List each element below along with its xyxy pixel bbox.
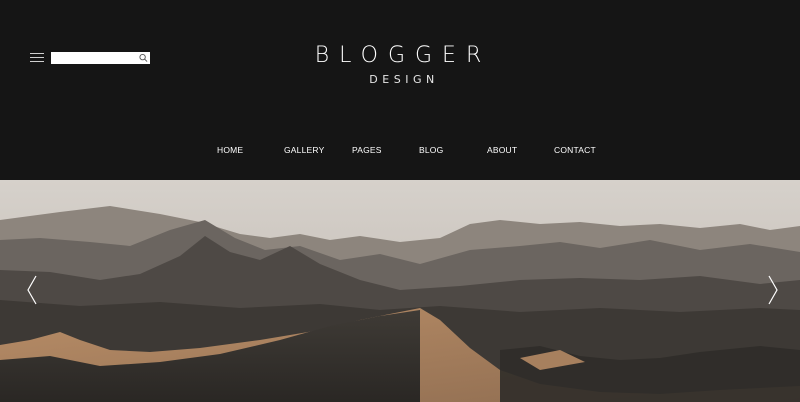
nav-item-blog[interactable]: BLOG [419, 145, 443, 155]
logo-subtitle: DESIGN [369, 73, 439, 86]
nav-item-home[interactable]: HOME [217, 145, 243, 155]
chevron-right-icon[interactable] [768, 275, 778, 305]
site-header: BLOGGER DESIGN HOME GALLERY PAGES BLOG A… [0, 0, 800, 180]
nav-item-about[interactable]: ABOUT [487, 145, 517, 155]
hero-image [0, 180, 800, 402]
main-nav: HOME GALLERY PAGES BLOG ABOUT CONTACT [0, 145, 800, 157]
nav-item-gallery[interactable]: GALLERY [284, 145, 324, 155]
hero-slider [0, 180, 800, 402]
nav-item-contact[interactable]: CONTACT [554, 145, 596, 155]
logo-title[interactable]: BLOGGER [0, 43, 800, 68]
chevron-left-icon[interactable] [27, 275, 37, 305]
nav-item-pages[interactable]: PAGES [352, 145, 382, 155]
